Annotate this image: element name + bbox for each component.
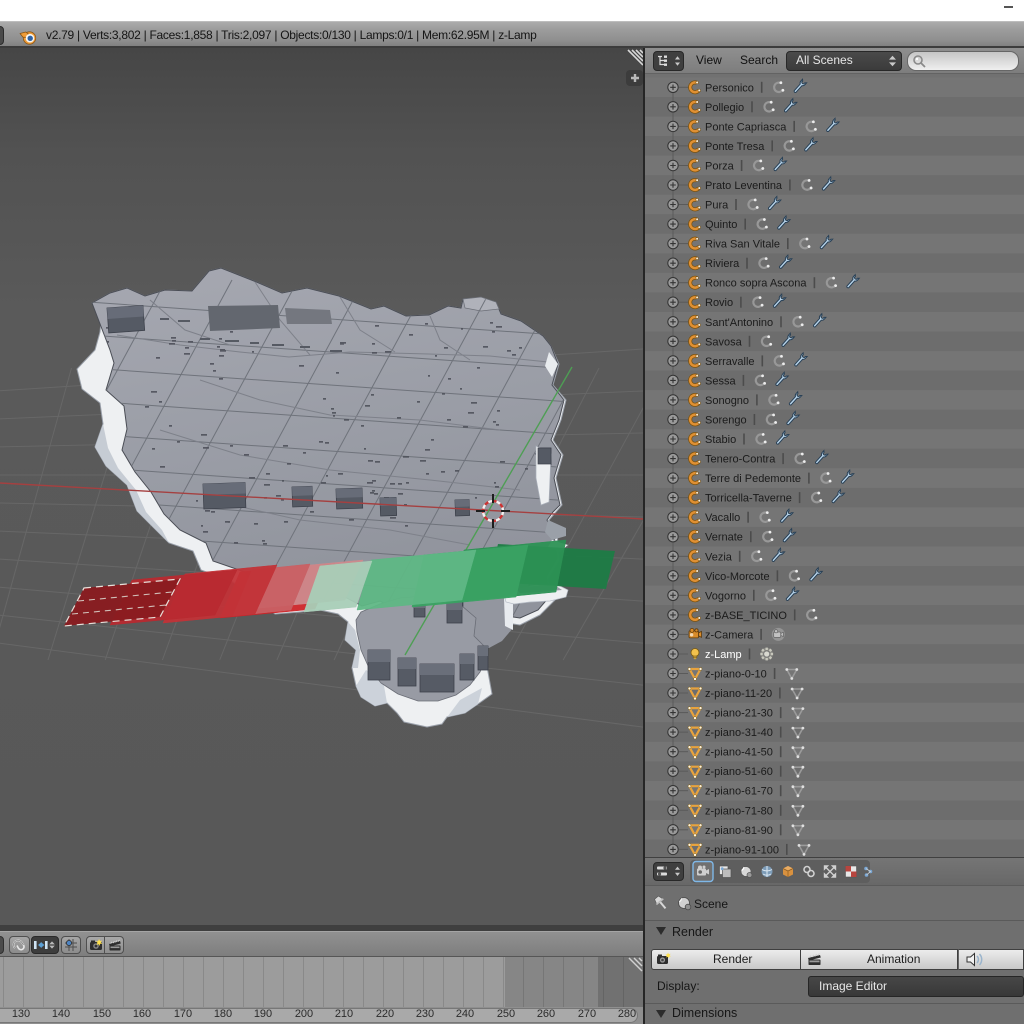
svg-text:z-piano-71-80: z-piano-71-80 (705, 805, 773, 817)
svg-text:Ponte Tresa: Ponte Tresa (705, 141, 765, 153)
svg-text:Prato Leventina: Prato Leventina (705, 180, 783, 192)
svg-text:Sant'Antonino: Sant'Antonino (705, 317, 773, 329)
svg-text:Personico: Personico (705, 82, 754, 94)
svg-text:Vogorno: Vogorno (705, 590, 746, 602)
svg-text:Tenero-Contra: Tenero-Contra (705, 454, 776, 466)
svg-text:z-piano-61-70: z-piano-61-70 (705, 786, 773, 798)
svg-text:z-piano-51-60: z-piano-51-60 (705, 766, 773, 778)
svg-text:z-piano-21-30: z-piano-21-30 (705, 708, 773, 720)
svg-text:Ronco sopra Ascona: Ronco sopra Ascona (705, 278, 807, 290)
svg-text:Sonogno: Sonogno (705, 395, 749, 407)
svg-text:Ponte Capriasca: Ponte Capriasca (705, 121, 787, 133)
svg-text:z-piano-41-50: z-piano-41-50 (705, 747, 773, 759)
svg-text:Vico-Morcote: Vico-Morcote (705, 571, 770, 583)
svg-text:z-piano-0-10: z-piano-0-10 (705, 669, 767, 681)
svg-text:Sorengo: Sorengo (705, 415, 747, 427)
svg-text:Serravalle: Serravalle (705, 356, 755, 368)
svg-text:Vacallo: Vacallo (705, 512, 740, 524)
svg-text:Stabio: Stabio (705, 434, 736, 446)
svg-text:Porza: Porza (705, 161, 735, 173)
svg-text:z-piano-31-40: z-piano-31-40 (705, 727, 773, 739)
svg-text:Terre di Pedemonte: Terre di Pedemonte (705, 473, 801, 485)
svg-text:z-Lamp: z-Lamp (705, 649, 742, 661)
svg-text:Pollegio: Pollegio (705, 102, 744, 114)
svg-text:Vernate: Vernate (705, 532, 743, 544)
svg-text:Savosa: Savosa (705, 336, 743, 348)
svg-text:Torricella-Taverne: Torricella-Taverne (705, 493, 792, 505)
svg-text:z-piano-91-100: z-piano-91-100 (705, 844, 779, 856)
svg-text:Vezia: Vezia (705, 551, 733, 563)
svg-text:Riviera: Riviera (705, 258, 740, 270)
svg-text:Sessa: Sessa (705, 375, 736, 387)
svg-text:z-BASE_TICINO: z-BASE_TICINO (705, 610, 787, 622)
svg-text:Riva San Vitale: Riva San Vitale (705, 239, 780, 251)
svg-text:z-Camera: z-Camera (705, 629, 754, 641)
svg-text:z-piano-81-90: z-piano-81-90 (705, 825, 773, 837)
svg-text:Quinto: Quinto (705, 219, 737, 231)
svg-text:Rovio: Rovio (705, 297, 733, 309)
svg-text:Pura: Pura (705, 200, 729, 212)
svg-text:z-piano-11-20: z-piano-11-20 (705, 688, 772, 700)
